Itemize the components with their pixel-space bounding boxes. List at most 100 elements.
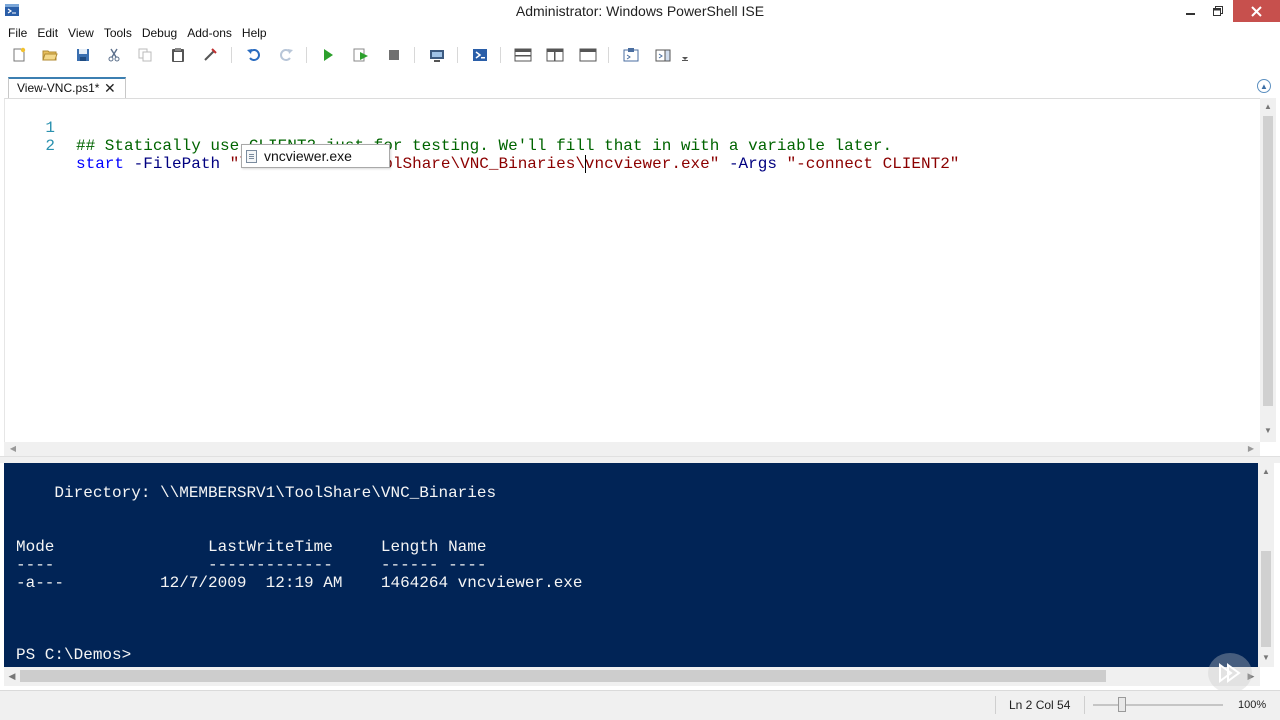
- show-script-pane-right-button[interactable]: [545, 45, 565, 65]
- code-comment: ## Statically use CLIENT2 just for testi…: [76, 137, 893, 155]
- zoom-level: 100%: [1238, 699, 1267, 711]
- status-separator: [1084, 696, 1085, 714]
- intellisense-item[interactable]: vncviewer.exe: [264, 148, 352, 164]
- clear-console-button[interactable]: [200, 45, 220, 65]
- paste-button[interactable]: [168, 45, 188, 65]
- new-remote-tab-button[interactable]: [427, 45, 447, 65]
- toolbar-separator: [414, 47, 415, 63]
- pane-splitter[interactable]: [0, 456, 1280, 463]
- minimize-button[interactable]: [1178, 0, 1204, 22]
- scroll-thumb[interactable]: [20, 670, 1106, 682]
- show-command-addon-icon: [655, 49, 671, 62]
- run-selection-button[interactable]: [351, 45, 371, 65]
- video-play-watermark: [1208, 653, 1252, 693]
- run-script-button[interactable]: [318, 45, 338, 65]
- scroll-thumb[interactable]: [1263, 116, 1273, 406]
- console-prompt: PS C:\Demos>: [16, 646, 132, 664]
- paste-icon: [172, 48, 184, 62]
- scroll-left-icon[interactable]: ◀: [6, 442, 20, 456]
- redo-button[interactable]: [276, 45, 296, 65]
- show-script-pane-top-button[interactable]: [513, 45, 533, 65]
- toolbar: [0, 43, 1280, 67]
- file-icon: [246, 149, 257, 163]
- copy-icon: [138, 48, 152, 62]
- menu-view[interactable]: View: [63, 26, 99, 40]
- toolbar-separator: [608, 47, 609, 63]
- toolbar-separator: [306, 47, 307, 63]
- new-file-button[interactable]: [9, 45, 29, 65]
- scroll-up-icon[interactable]: ▲: [1258, 465, 1274, 479]
- zoom-slider-thumb[interactable]: [1118, 697, 1126, 712]
- script-horizontal-scrollbar[interactable]: ◀ ▶: [4, 442, 1260, 456]
- scroll-thumb[interactable]: [1261, 551, 1271, 647]
- scroll-up-icon[interactable]: ▲: [1260, 100, 1276, 114]
- show-command-window-icon: [623, 48, 639, 62]
- toolbar-separator: [500, 47, 501, 63]
- code-string: "-connect CLIENT2": [786, 155, 960, 173]
- show-script-pane-right-icon: [546, 48, 564, 62]
- toolbar-separator: [457, 47, 458, 63]
- window-title: Administrator: Windows PowerShell ISE: [515, 3, 765, 19]
- restore-button[interactable]: [1205, 0, 1231, 22]
- undo-button[interactable]: [244, 45, 264, 65]
- script-pane[interactable]: 1 ## Statically use CLIENT2 just for tes…: [4, 98, 1260, 442]
- menu-debug[interactable]: Debug: [137, 26, 182, 40]
- console-pane[interactable]: Directory: \\MEMBERSRV1\ToolShare\VNC_Bi…: [4, 463, 1258, 667]
- new-remote-tab-icon: [430, 50, 444, 62]
- start-powershell-button[interactable]: [470, 45, 490, 65]
- menu-tools[interactable]: Tools: [99, 26, 137, 40]
- console-horizontal-scrollbar[interactable]: ◀ ▶: [4, 667, 1260, 686]
- console-line: ---- ------------- ------ ----: [16, 556, 487, 574]
- console-line: Mode LastWriteTime Length Name: [16, 538, 487, 556]
- menu-edit[interactable]: Edit: [32, 26, 63, 40]
- scroll-right-icon[interactable]: ▶: [1244, 442, 1258, 456]
- scroll-down-icon[interactable]: ▼: [1258, 651, 1274, 665]
- tab-label: View-VNC.ps1*: [17, 81, 100, 95]
- copy-button[interactable]: [135, 45, 155, 65]
- show-command-window-button[interactable]: [621, 45, 641, 65]
- code-parameter: -FilePath: [133, 155, 221, 173]
- minimize-icon: [1186, 13, 1195, 15]
- start-powershell-icon: [473, 49, 487, 61]
- close-button[interactable]: [1233, 0, 1280, 22]
- code-string: vncviewer.exe": [584, 155, 720, 173]
- toolbar-overflow-button[interactable]: [678, 45, 692, 65]
- collapse-script-pane-icon[interactable]: ▲: [1257, 79, 1271, 93]
- run-script-icon: [324, 49, 333, 61]
- code-parameter: -Args: [728, 155, 777, 173]
- tab-view-vnc[interactable]: View-VNC.ps1* ✕: [8, 77, 126, 98]
- close-icon: [1251, 5, 1262, 17]
- run-selection-icon: [353, 48, 368, 62]
- save-button[interactable]: [73, 45, 93, 65]
- intellisense-popup: vncviewer.exe: [241, 144, 390, 168]
- new-file-icon: [13, 47, 26, 62]
- line-number: 2: [45, 137, 55, 155]
- toolbar-overflow-icon: [682, 57, 688, 61]
- clear-pane-icon: [204, 48, 217, 61]
- zoom-slider-track[interactable]: [1093, 704, 1223, 706]
- scroll-left-icon[interactable]: ◀: [5, 669, 19, 683]
- open-folder-icon: [42, 50, 58, 61]
- cut-button[interactable]: [104, 45, 124, 65]
- cut-icon: [108, 48, 120, 62]
- close-tab-icon[interactable]: ✕: [104, 80, 116, 97]
- save-icon: [77, 49, 89, 61]
- console-vertical-scrollbar[interactable]: ▲ ▼: [1258, 463, 1274, 667]
- menu-help[interactable]: Help: [237, 26, 272, 40]
- scroll-down-icon[interactable]: ▼: [1260, 424, 1276, 438]
- menu-file[interactable]: File: [3, 26, 32, 40]
- script-vertical-scrollbar[interactable]: ▲ ▼: [1260, 98, 1276, 442]
- toolbar-separator: [231, 47, 232, 63]
- menu-add-ons[interactable]: Add-ons: [182, 26, 237, 40]
- title-bar: Administrator: Windows PowerShell ISE: [0, 0, 1280, 23]
- show-command-addon-button[interactable]: [653, 45, 673, 65]
- undo-icon: [247, 49, 260, 61]
- code-text: start -FilePath "\\MEMBERSRV1\ToolShare\…: [76, 155, 959, 173]
- stop-button[interactable]: [384, 45, 404, 65]
- show-script-pane-maximized-button[interactable]: [578, 45, 598, 65]
- menu-bar: File Edit View Tools Debug Add-ons Help: [0, 23, 1280, 43]
- code-command: start: [76, 155, 125, 173]
- code-line: 2 start -FilePath "\\MEMBERSRV1\ToolShar…: [5, 119, 959, 173]
- script-tab-strip: View-VNC.ps1* ✕ ▲: [0, 67, 1280, 98]
- open-button[interactable]: [40, 45, 60, 65]
